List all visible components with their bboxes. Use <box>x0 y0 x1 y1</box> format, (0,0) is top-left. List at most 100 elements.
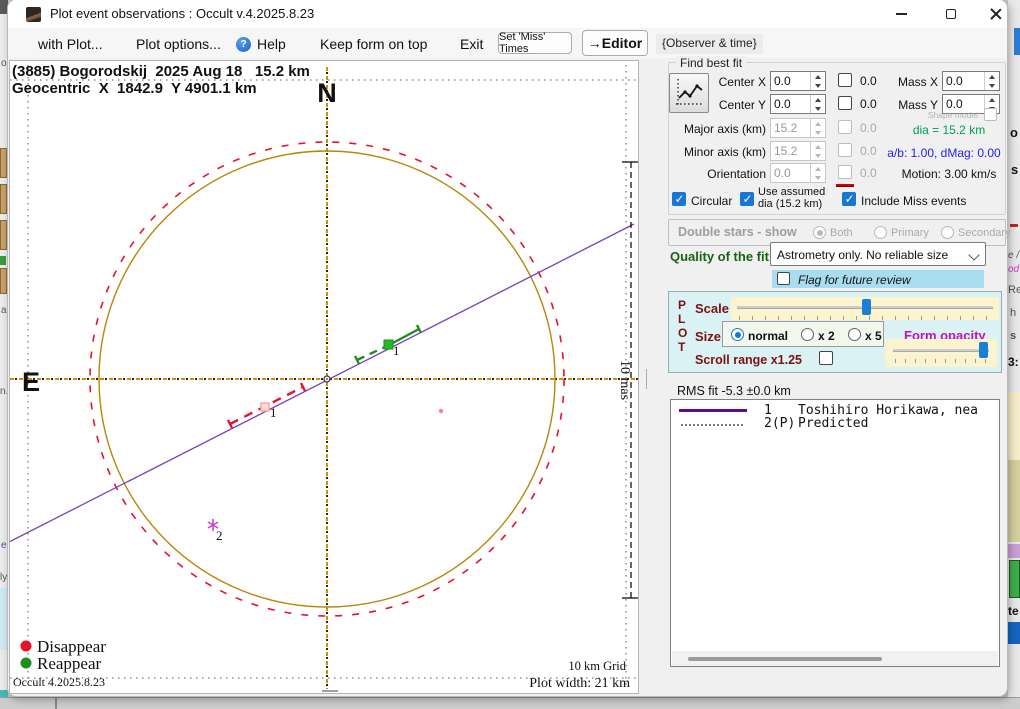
scrollbar-thumb[interactable] <box>688 657 882 661</box>
size-x2-radio[interactable] <box>801 328 814 341</box>
plot-title-line1: (3885) Bogorodskij 2025 Aug 18 15.2 km <box>12 63 310 80</box>
editor-button[interactable]: →Editor <box>582 30 648 56</box>
predicted-line-swatch <box>681 423 743 426</box>
right-fragment-o: o <box>1010 125 1018 140</box>
center-y-spinner[interactable]: 0.0 <box>770 94 826 114</box>
scroll-range-checkbox[interactable] <box>819 351 833 365</box>
window-title: Plot event observations : Occult v.4.202… <box>50 6 314 21</box>
observations-listbox[interactable]: 1 Toshihiro Horikawa, nea 2(P) Predicted <box>670 399 1000 667</box>
spin-down-icon[interactable] <box>811 81 825 90</box>
form-opacity-thumb[interactable] <box>979 342 988 358</box>
bottom-resize-grip[interactable] <box>322 690 338 692</box>
help-icon[interactable] <box>236 37 251 52</box>
occultation-plot-area[interactable]: (3885) Bogorodskij 2025 Aug 18 15.2 km G… <box>9 60 639 694</box>
double-stars-both-label: Both <box>830 227 853 239</box>
center-x-lock-checkbox[interactable] <box>838 73 852 87</box>
circular-label: Circular <box>691 194 732 208</box>
double-stars-both-radio[interactable] <box>813 226 826 239</box>
right-violet-strip <box>1008 544 1020 558</box>
maximize-button[interactable] <box>928 0 974 28</box>
legend-reappear-dot <box>21 658 32 669</box>
close-icon <box>990 8 1002 20</box>
center-x-spinner[interactable]: 0.0 <box>770 71 826 91</box>
right-blue-scroll <box>1014 28 1020 55</box>
occultation-plot-svg: (3885) Bogorodskij 2025 Aug 18 15.2 km G… <box>10 61 638 693</box>
use-assumed-label: Use assumed dia (15.2 km) <box>758 187 832 210</box>
reappear-chord-label: 1 <box>393 343 400 358</box>
grid-lines <box>10 65 638 689</box>
spin-down-icon[interactable] <box>811 104 825 113</box>
predicted-marker-label: 2 <box>216 528 223 543</box>
center-x-aux: 0.0 <box>860 74 877 88</box>
quality-select[interactable]: Astrometry only. No reliable size <box>770 242 986 266</box>
right-red-dash <box>1010 224 1018 227</box>
menu-help[interactable]: Help <box>257 36 286 52</box>
observation-row-num[interactable]: 2(P) <box>764 416 795 431</box>
plot-letter-o: O <box>678 326 687 340</box>
scale-slider-thumb[interactable] <box>862 299 871 315</box>
major-axis-label: Major axis (km) <box>670 122 766 136</box>
horizontal-scrollbar[interactable] <box>672 651 998 666</box>
size-x5-label: x 5 <box>865 329 882 343</box>
menu-with-plot[interactable]: with Plot... <box>38 36 103 52</box>
double-stars-primary-label: Primary <box>891 227 929 239</box>
north-label: N <box>317 78 337 108</box>
left-fragment-a: a <box>1 305 7 316</box>
red-underline-marker <box>836 184 854 187</box>
flag-review-checkbox[interactable] <box>777 272 790 285</box>
orientation-checkbox <box>838 165 852 179</box>
form-opacity-slider[interactable] <box>885 339 997 367</box>
center-y-lock-checkbox[interactable] <box>838 96 852 110</box>
menu-keep-on-top[interactable]: Keep form on top <box>320 36 427 52</box>
double-stars-secondary-radio[interactable] <box>941 226 954 239</box>
spin-up-icon[interactable] <box>811 72 825 81</box>
minor-axis-label: Minor axis (km) <box>670 145 766 159</box>
form-opacity-ticks <box>895 359 989 363</box>
spin-up-icon[interactable] <box>811 95 825 104</box>
observer-time-chip[interactable]: {Observer & time} <box>656 34 763 54</box>
left-strip-dark-top <box>0 0 8 14</box>
include-miss-checkbox[interactable] <box>842 192 856 206</box>
use-assumed-checkbox[interactable] <box>740 192 754 206</box>
menu-plot-options[interactable]: Plot options... <box>136 36 221 52</box>
size-normal-radio[interactable] <box>731 328 744 341</box>
mass-x-label: Mass X <box>892 75 938 89</box>
disappear-chord-label: 1 <box>270 405 277 420</box>
plot-center-dot <box>326 378 328 380</box>
orientation-spinner: 0.0 <box>770 163 826 183</box>
east-label: E <box>22 367 40 397</box>
ab-dmag-text: a/b: 1.00, dMag: 0.00 <box>884 146 1004 160</box>
size-x2-label: x 2 <box>818 329 835 343</box>
mass-x-spinner[interactable]: 0.0 <box>942 71 1000 91</box>
scale-slider[interactable] <box>731 297 999 320</box>
spin-up-icon[interactable] <box>985 72 999 81</box>
shape-model-checkbox[interactable] <box>984 108 997 121</box>
double-stars-primary-radio[interactable] <box>874 226 887 239</box>
spin-up-icon[interactable] <box>985 95 999 104</box>
orientation-value: 0.0 <box>774 166 791 180</box>
scale-slider-ticks <box>739 316 993 320</box>
minor-axis-value: 15.2 <box>774 144 797 158</box>
menu-exit[interactable]: Exit <box>460 36 483 52</box>
maximize-icon <box>946 9 956 19</box>
minimize-button[interactable] <box>878 0 924 28</box>
major-axis-checkbox <box>838 120 852 134</box>
observation-row-name[interactable]: Predicted <box>798 416 868 431</box>
panel-splitter-grip[interactable] <box>646 369 647 389</box>
center-x-value: 0.0 <box>774 74 791 88</box>
include-miss-label: Include Miss events <box>861 194 966 208</box>
size-x5-radio[interactable] <box>848 328 861 341</box>
spin-down-icon <box>811 173 825 182</box>
main-window: Plot event observations : Occult v.4.202… <box>8 0 1007 696</box>
left-fragment-ly: ly <box>0 572 7 583</box>
circular-checkbox[interactable] <box>672 192 686 206</box>
set-miss-times-button[interactable]: Set 'Miss' Times <box>498 32 572 54</box>
app-icon <box>26 7 41 22</box>
spin-down-icon[interactable] <box>985 81 999 90</box>
plot-letter-l: L <box>678 312 685 326</box>
close-button[interactable] <box>973 0 1019 28</box>
legend-reappear-label: Reappear <box>37 654 102 673</box>
chevron-down-icon <box>968 249 979 260</box>
scroll-range-label: Scroll range x1.25 <box>695 353 802 367</box>
right-fragment-3: 3: <box>1008 355 1019 369</box>
